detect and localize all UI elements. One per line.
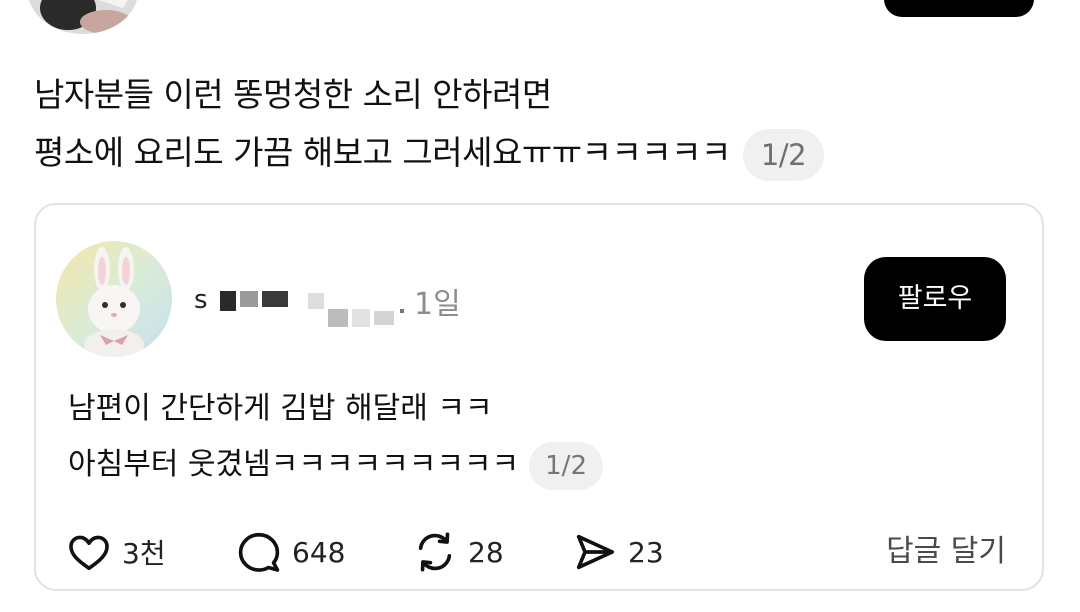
comment-button[interactable]: 648: [236, 527, 345, 577]
like-button[interactable]: 3천: [66, 527, 166, 577]
post-text-line-2: 평소에 요리도 가끔 해보고 그러세요ㅠㅠㅋㅋㅋㅋㅋ 1/2: [34, 124, 1034, 182]
post-body: 남자분들 이런 똥멍청한 소리 안하려면 평소에 요리도 가끔 해보고 그러세요…: [34, 66, 1034, 182]
follow-button[interactable]: 팔로우: [864, 257, 1006, 341]
reply-button[interactable]: 답글 달기: [886, 527, 1006, 577]
username-redaction: [240, 291, 258, 307]
send-icon: [572, 529, 618, 575]
username-redaction: [220, 291, 236, 311]
quoted-post-card[interactable]: s 1일 팔로우 남편이 간단하게 김밥 해달래 ㅋㅋ 아침부터 웃겼넴ㅋㅋㅋㅋ…: [34, 203, 1044, 591]
quoted-text-line-1: 남편이 간단하게 김밥 해달래 ㅋㅋ: [68, 391, 493, 426]
quoted-author-avatar[interactable]: [56, 241, 172, 357]
author-follow-button[interactable]: [884, 0, 1034, 17]
thread-post: 남자분들 이런 똥멍청한 소리 안하려면 평소에 요리도 가끔 해보고 그러세요…: [0, 0, 1080, 612]
quoted-page-indicator: 1/2: [529, 441, 603, 490]
username-redaction: [374, 311, 394, 325]
repost-button[interactable]: 28: [412, 527, 504, 577]
post-timestamp: 1일: [414, 287, 461, 322]
comment-count: 648: [292, 535, 346, 569]
username-redaction: [308, 293, 324, 309]
author-avatar[interactable]: [28, 0, 138, 34]
repost-icon: [412, 529, 458, 575]
like-count: 3천: [122, 537, 166, 570]
share-button[interactable]: 23: [572, 527, 664, 577]
quoted-username-visible: s: [194, 285, 208, 315]
post-text-line-2-content: 평소에 요리도 가끔 해보고 그러세요ㅠㅠㅋㅋㅋㅋㅋ: [34, 133, 731, 172]
username-redaction: [352, 309, 370, 327]
action-bar: 3천 648 28 23 답글 달기: [66, 527, 1016, 577]
username-redaction: [262, 291, 288, 307]
speech-bubble-icon: [236, 529, 282, 575]
repost-count: 28: [468, 535, 504, 569]
post-text-line-1: 남자분들 이런 똥멍청한 소리 안하려면: [34, 75, 552, 114]
quoted-post-body: 남편이 간단하게 김밥 해달래 ㅋㅋ 아침부터 웃겼넴ㅋㅋㅋㅋㅋㅋㅋㅋㅋ 1/2: [68, 381, 1008, 493]
share-count: 23: [628, 535, 664, 569]
username-redaction: [328, 309, 348, 327]
post-page-indicator: 1/2: [742, 128, 825, 181]
heart-icon: [66, 529, 112, 575]
username-redaction: [400, 309, 404, 313]
quoted-username[interactable]: s: [194, 285, 208, 315]
quoted-text-line-2: 아침부터 웃겼넴ㅋㅋㅋㅋㅋㅋㅋㅋㅋ 1/2: [68, 437, 1008, 493]
quoted-text-line-2-content: 아침부터 웃겼넴ㅋㅋㅋㅋㅋㅋㅋㅋㅋ: [68, 447, 520, 482]
